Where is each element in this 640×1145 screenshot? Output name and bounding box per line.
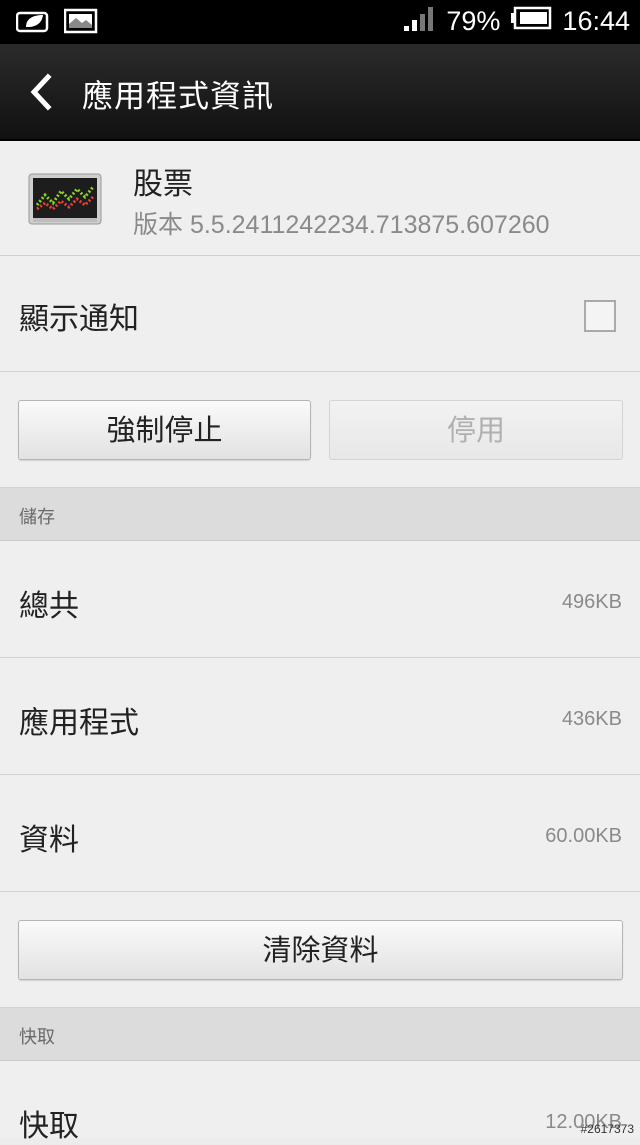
storage-section-header: 儲存 [0, 488, 640, 541]
cache-header-label: 快取 [19, 1027, 55, 1048]
storage-data-value: 60.00KB [545, 825, 622, 847]
cache-row: 快取 12.00KB [0, 1061, 640, 1144]
action-bar: 應用程式資訊 [0, 44, 640, 141]
storage-header-label: 儲存 [19, 507, 55, 528]
chevron-left-icon[interactable] [22, 72, 62, 112]
show-notification-label: 顯示通知 [19, 302, 139, 337]
storage-data-label: 資料 [19, 823, 79, 858]
app-version: 版本 5.5.2411242234.713875.607260 [133, 211, 550, 239]
disable-button[interactable]: 停用 [329, 400, 623, 460]
show-notification-checkbox[interactable] [584, 300, 616, 332]
clear-data-button[interactable]: 清除資料 [18, 920, 623, 980]
battery-icon [510, 6, 552, 37]
storage-total-label: 總共 [19, 589, 79, 624]
signal-icon [402, 4, 436, 39]
storage-app-label: 應用程式 [19, 706, 139, 741]
clear-data-row: 清除資料 [0, 892, 640, 1008]
page-title: 應用程式資訊 [82, 79, 274, 115]
storage-data-row: 資料 60.00KB [0, 775, 640, 892]
storage-total-row: 總共 496KB [0, 541, 640, 658]
watermark-text: #2617373 [580, 1122, 634, 1136]
leaf-notification-icon [15, 9, 50, 37]
cache-section-header: 快取 [0, 1008, 640, 1061]
app-name: 股票 [133, 167, 193, 202]
storage-app-row: 應用程式 436KB [0, 658, 640, 775]
clock: 16:44 [562, 6, 630, 36]
storage-app-value: 436KB [561, 708, 622, 730]
action-buttons-row: 強制停止 停用 [0, 372, 640, 488]
force-stop-button[interactable]: 強制停止 [18, 400, 311, 460]
app-header: 股票 版本 5.5.2411242234.713875.607260 [0, 141, 640, 256]
storage-total-value: 496KB [561, 591, 622, 613]
status-bar: 79% 16:44 [0, 0, 640, 44]
stocks-app-icon [28, 173, 102, 225]
image-notification-icon [63, 8, 98, 38]
battery-percent: 79% [446, 6, 501, 36]
show-notification-row[interactable]: 顯示通知 [0, 256, 640, 372]
cache-label: 快取 [19, 1109, 79, 1144]
